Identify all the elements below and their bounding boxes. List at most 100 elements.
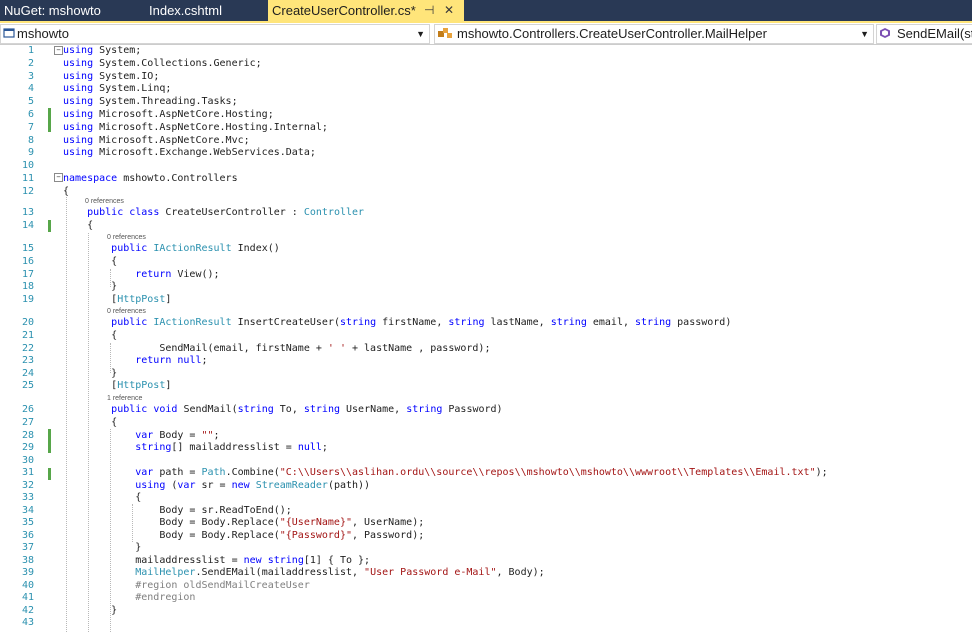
code-text: using System.Linq; <box>63 83 172 95</box>
code-line: 39 MailHelper.SendEMail(mailaddresslist,… <box>0 567 972 580</box>
line-number: 19 <box>21 293 34 305</box>
line-number: 38 <box>21 554 34 566</box>
line-number: 8 <box>27 134 34 146</box>
codelens-references[interactable]: 0 references <box>85 198 124 206</box>
codelens-references[interactable]: 1 reference <box>107 395 142 403</box>
code-line: 20 public IActionResult InsertCreateUser… <box>0 317 972 330</box>
navigation-bar: mshowto ▼ mshowto.Controllers.CreateUser… <box>0 23 972 45</box>
line-number: 40 <box>21 579 34 591</box>
code-line: 18 } <box>0 281 972 294</box>
code-line: 9 using Microsoft.Exchange.WebServices.Da… <box>0 147 972 160</box>
line-number: 2 <box>27 57 34 69</box>
tab-nuget-mshowto[interactable]: NuGet: mshowto <box>0 0 140 21</box>
code-text: { <box>63 330 118 341</box>
code-line: 1 using System; <box>0 45 972 58</box>
code-text: } <box>63 604 118 616</box>
code-text: return View(); <box>135 268 220 280</box>
line-number: 32 <box>21 479 34 491</box>
csharp-project-icon <box>3 28 15 38</box>
code-text: mailaddresslist = new string[1] { To }; <box>63 554 371 566</box>
code-line: 10 <box>0 160 972 173</box>
code-text: [HttpPost] <box>63 293 172 305</box>
code-text: var path = Path.Combine("C:\\Users\\asli… <box>135 467 828 478</box>
code-text: return null; <box>135 355 208 366</box>
code-line: 13 public class CreateUserController : C… <box>0 207 972 220</box>
code-line: 33 { <box>0 492 972 505</box>
code-text: using Microsoft.AspNetCore.Hosting.Inter… <box>63 121 328 133</box>
code-text: { <box>63 185 70 197</box>
code-text: using System.Collections.Generic; <box>63 57 262 69</box>
code-line: 34 Body = sr.ReadToEnd(); <box>0 505 972 518</box>
type-dropdown[interactable]: mshowto.Controllers.CreateUserController… <box>434 24 874 44</box>
code-line: 2 using System.Collections.Generic; <box>0 58 972 71</box>
code-text: public IActionResult InsertCreateUser(st… <box>111 317 732 328</box>
line-number: 3 <box>27 70 34 82</box>
code-line: 8 using Microsoft.AspNetCore.Mvc; <box>0 135 972 148</box>
code-line: 36 Body = Body.Replace("{Password}", Pas… <box>0 530 972 543</box>
code-text: MailHelper.SendEMail(mailaddresslist, "U… <box>135 567 545 578</box>
code-text: } <box>63 542 142 553</box>
line-number: 10 <box>21 160 34 172</box>
code-text: [HttpPost] <box>63 380 172 391</box>
member-name: SendEMail(st <box>897 26 972 41</box>
line-number: 29 <box>21 442 34 453</box>
code-editor[interactable]: − − 0 references 0 references 0 referenc… <box>0 45 972 632</box>
code-text: string[] mailaddresslist = null; <box>135 442 328 453</box>
line-number: 5 <box>27 96 34 108</box>
code-line: 32 using (var sr = new StreamReader(path… <box>0 480 972 493</box>
code-line: 23 return null; <box>0 355 972 368</box>
code-text: using Microsoft.Exchange.WebServices.Dat… <box>63 147 316 159</box>
code-line: 25 [HttpPost] <box>0 380 972 393</box>
tab-createusercontroller[interactable]: CreateUserController.cs* ⊣ ✕ <box>268 0 464 21</box>
line-number: 39 <box>21 567 34 578</box>
line-number: 20 <box>21 317 34 328</box>
code-text: public IActionResult Index() <box>111 243 280 254</box>
code-text: #endregion <box>63 592 196 603</box>
code-text: } <box>63 367 118 379</box>
code-line: 6 using Microsoft.AspNetCore.Hosting; <box>0 109 972 122</box>
line-number: 33 <box>21 492 34 503</box>
code-line: 43 <box>0 617 972 630</box>
project-dropdown[interactable]: mshowto ▼ <box>0 24 430 44</box>
code-text: { <box>63 417 118 428</box>
code-line: 37 } <box>0 542 972 555</box>
close-tab-icon[interactable]: ✕ <box>444 0 454 21</box>
code-text: Body = sr.ReadToEnd(); <box>63 504 292 516</box>
line-number: 28 <box>21 429 34 441</box>
tab-index-cshtml[interactable]: Index.cshtml <box>145 0 267 21</box>
code-text: using Microsoft.AspNetCore.Hosting; <box>63 109 274 120</box>
codelens-references[interactable]: 0 references <box>107 234 146 242</box>
pin-tab-icon[interactable]: ⊣ <box>424 0 434 21</box>
code-text: using (var sr = new StreamReader(path)) <box>135 479 371 491</box>
line-number: 23 <box>21 355 34 366</box>
member-dropdown[interactable]: SendEMail(st <box>876 24 972 44</box>
code-line: 4 using System.Linq; <box>0 83 972 96</box>
code-text: SendMail(email, firstName + ' ' + lastNa… <box>63 342 491 354</box>
line-number: 18 <box>21 281 34 292</box>
line-number: 14 <box>21 220 34 231</box>
line-number: 36 <box>21 529 34 541</box>
tab-label: NuGet: mshowto <box>4 3 101 18</box>
tab-label: Index.cshtml <box>149 3 222 18</box>
line-number: 17 <box>21 268 34 280</box>
code-text: using Microsoft.AspNetCore.Mvc; <box>63 134 250 146</box>
code-text: using System.Threading.Tasks; <box>63 96 238 108</box>
codelens-references[interactable]: 0 references <box>107 308 146 316</box>
code-text: using System; <box>63 45 142 56</box>
code-text: } <box>63 281 118 292</box>
class-icon <box>438 28 452 38</box>
line-number: 11 <box>21 173 34 184</box>
code-line: 26 public void SendMail(string To, strin… <box>0 404 972 417</box>
code-text: public class CreateUserController : Cont… <box>87 207 365 218</box>
line-number: 30 <box>21 454 34 466</box>
code-line: 42 } <box>0 605 972 618</box>
code-line: 28 var Body = ""; <box>0 430 972 443</box>
class-path: mshowto.Controllers.CreateUserController… <box>457 26 767 41</box>
code-line: 41 #endregion <box>0 592 972 605</box>
code-line: 40 #region oldSendMailCreateUser <box>0 580 972 593</box>
code-line: 35 Body = Body.Replace("{UserName}", Use… <box>0 517 972 530</box>
line-number: 13 <box>21 207 34 218</box>
chevron-down-icon: ▼ <box>860 29 869 39</box>
code-line: 38 mailaddresslist = new string[1] { To … <box>0 555 972 568</box>
code-line: 7 using Microsoft.AspNetCore.Hosting.Inte… <box>0 122 972 135</box>
